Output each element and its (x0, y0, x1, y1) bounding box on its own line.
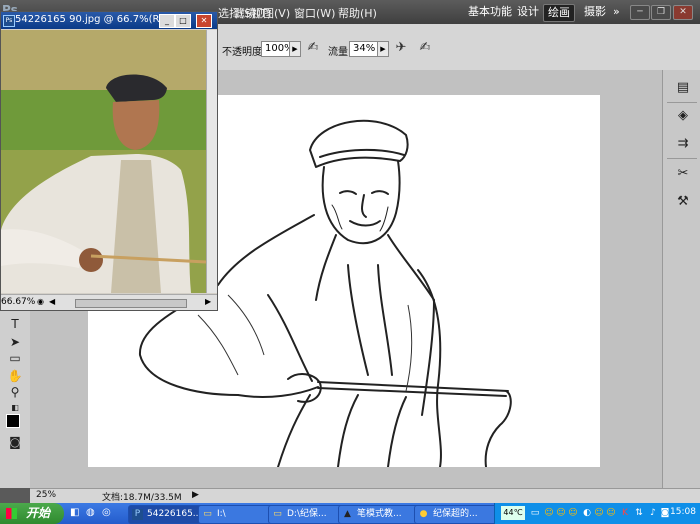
brushes-icon[interactable]: ✂ (673, 164, 693, 184)
flow-dropdown-icon[interactable]: ▶ (377, 41, 389, 57)
airbrush-icon[interactable]: ✈ (392, 39, 410, 57)
quick-launch-icon[interactable]: ◧ (70, 507, 79, 518)
status-bar: 25% 文档:18.7M/33.5M ▶ (30, 488, 700, 503)
document-horizontal-scrollbar[interactable] (75, 299, 187, 308)
tablet-opacity-icon[interactable]: ✍ (304, 39, 322, 57)
document-vertical-scrollbar[interactable] (206, 30, 217, 293)
mortarboard-icon: ▲ (344, 509, 351, 519)
opacity-label: 不透明度: (222, 47, 266, 58)
qq-icon[interactable]: ☺ (567, 507, 579, 519)
task-label: 纪保超的... (433, 509, 478, 519)
doc-minimize-icon[interactable]: _ (159, 14, 175, 28)
task-label: D:\纪保... (287, 509, 327, 519)
qq-icon[interactable]: ☺ (605, 507, 617, 519)
zoom-level[interactable]: 25% (36, 490, 56, 500)
reference-photo (1, 30, 206, 293)
app-icon[interactable]: ◐ (581, 507, 593, 519)
document-status-bar: 66.67% ◉ ◀ ▶ (1, 294, 217, 310)
workspace-design[interactable]: 设计 (513, 4, 543, 20)
document-info[interactable]: 文档:18.7M/33.5M (102, 490, 182, 503)
workspace-essentials[interactable]: 基本功能 (464, 4, 516, 20)
folder-icon: ▭ (203, 509, 212, 519)
temperature-display[interactable]: 44℃ (501, 506, 525, 520)
doc-status-menu-icon[interactable]: ◉ (37, 297, 44, 306)
workspace-photography[interactable]: 摄影 (580, 4, 610, 20)
task-label: 笔模式教... (357, 509, 402, 519)
qq-icon[interactable]: ☺ (543, 507, 555, 519)
folder-icon: ▭ (273, 509, 282, 519)
tablet-size-icon[interactable]: ✍ (416, 39, 434, 57)
close-icon[interactable]: ✕ (673, 5, 693, 20)
taskbar-tutorial[interactable]: ▲ 笔模式教... (338, 505, 424, 524)
browser-icon: ● (419, 509, 428, 519)
channels-icon[interactable]: ⇉ (673, 134, 693, 154)
zoom-tool-icon[interactable]: ⚲ (6, 384, 24, 400)
qq-icon[interactable]: ☺ (555, 507, 567, 519)
doc-maximize-icon[interactable]: □ (175, 14, 191, 28)
start-label: 开始 (26, 506, 51, 520)
minimize-icon[interactable]: ─ (630, 5, 650, 20)
menu-window[interactable]: 窗口(W) (294, 5, 335, 21)
shape-tool-icon[interactable]: ▭ (6, 350, 24, 366)
windows-logo-icon (6, 508, 17, 519)
menu-help[interactable]: 帮助(H) (338, 5, 377, 21)
ps-document-icon: Ps (3, 15, 15, 27)
more-workspaces-icon[interactable]: » (609, 4, 624, 20)
status-arrow-icon[interactable]: ▶ (192, 490, 199, 500)
opacity-dropdown-icon[interactable]: ▶ (289, 41, 301, 57)
panel-dock: ▤ ◈ ⇉ ✂ ⚒ (662, 70, 700, 488)
clock[interactable]: 15:08 (670, 507, 696, 517)
dock-divider (667, 102, 697, 103)
monitor-icon[interactable]: ▭ (529, 507, 541, 519)
workspace-painting[interactable]: 绘画 (543, 4, 575, 22)
scroll-left-icon[interactable]: ◀ (49, 297, 55, 306)
network-icon[interactable]: ⇅ (633, 507, 645, 519)
menu-view[interactable]: 视图(V) (252, 5, 290, 21)
task-label: 54226165... (147, 509, 202, 519)
start-button[interactable]: 开始 (0, 503, 64, 524)
hand-tool-icon[interactable]: ✋ (6, 368, 24, 384)
tool-presets-icon[interactable]: ⚒ (673, 192, 693, 212)
type-tool-icon[interactable]: T (6, 316, 24, 332)
windows-taskbar: 开始 ◧ ◍ ◎ P 54226165... ▭ I:\ ▭ D:\纪保... … (0, 503, 700, 524)
flow-label: 流量: (328, 47, 352, 58)
dock-divider (667, 158, 697, 159)
histogram-icon[interactable]: ▤ (673, 78, 693, 98)
antivirus-icon[interactable]: K (619, 507, 631, 519)
quick-mask-icon[interactable]: ◙ (6, 434, 24, 450)
path-selection-icon[interactable]: ➤ (6, 334, 24, 350)
scroll-right-icon[interactable]: ▶ (205, 297, 211, 306)
layers-icon[interactable]: ◈ (673, 106, 693, 126)
restore-icon[interactable]: ❐ (651, 5, 671, 20)
task-label: I:\ (217, 509, 226, 519)
quick-launch-icon[interactable]: ◍ (86, 507, 95, 518)
quick-launch-icon[interactable]: ◎ (102, 507, 111, 518)
doc-close-icon[interactable]: ✕ (196, 14, 212, 28)
floating-document-window[interactable]: Ps 54226165 90.jpg @ 66.7%(RGB/8) _ □ ✕ … (0, 11, 218, 311)
photoshop-icon: P (132, 509, 143, 520)
volume-icon[interactable]: ♪ (647, 507, 659, 519)
document-window-titlebar[interactable]: Ps 54226165 90.jpg @ 66.7%(RGB/8) _ □ ✕ (1, 12, 217, 29)
qq-icon[interactable]: ☺ (593, 507, 605, 519)
foreground-color-swatch[interactable] (6, 414, 20, 428)
document-zoom[interactable]: 66.67% (1, 297, 35, 307)
